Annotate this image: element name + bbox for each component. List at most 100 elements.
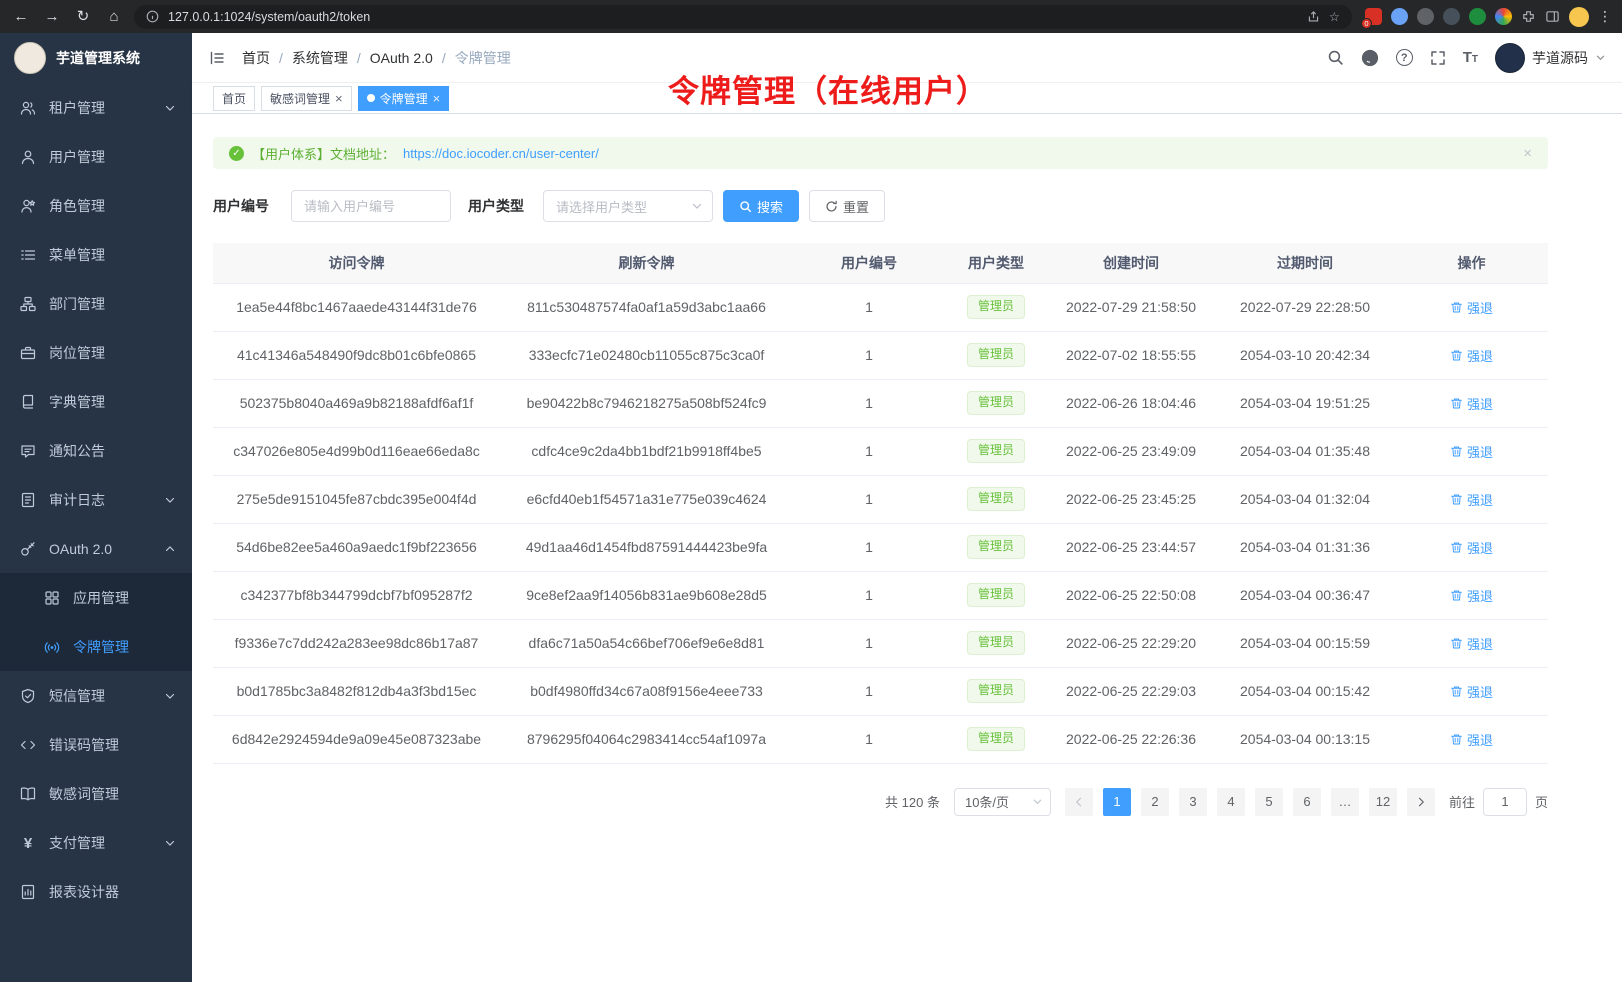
page-size-select[interactable]: 10条/页: [954, 788, 1051, 816]
sidebar-item-role[interactable]: 角色管理: [0, 181, 192, 230]
goto-page-input[interactable]: [1483, 788, 1527, 816]
sidebar-item-tenant[interactable]: 租户管理: [0, 83, 192, 132]
chevron-up-icon: [164, 543, 176, 555]
github-icon[interactable]: [1361, 49, 1379, 67]
tab-sensitive-word[interactable]: 敏感词管理 ×: [261, 86, 352, 111]
chevron-down-icon: [164, 494, 176, 506]
user-id-input[interactable]: [291, 190, 451, 222]
close-icon[interactable]: ×: [433, 92, 441, 105]
breadcrumb-home[interactable]: 首页: [242, 48, 270, 68]
share-icon[interactable]: [1307, 10, 1320, 23]
user-type-cell: 管理员: [945, 715, 1047, 763]
expire-time-cell: 2054-03-04 01:31:36: [1215, 523, 1395, 571]
sidebar-item-payment[interactable]: ¥ 支付管理: [0, 818, 192, 867]
hamburger-icon[interactable]: [208, 50, 226, 66]
access-token-cell: c347026e805e4d99b0d116eae66eda8c: [213, 427, 500, 475]
page-ellipsis[interactable]: …: [1331, 788, 1359, 816]
sidebar-item-oauth2[interactable]: OAuth 2.0: [0, 524, 192, 573]
col-create-time: 创建时间: [1047, 243, 1215, 283]
sidebar-item-oauth2-app[interactable]: 应用管理: [0, 573, 192, 622]
force-logout-button[interactable]: 强退: [1450, 346, 1493, 365]
tab-home[interactable]: 首页: [213, 86, 255, 111]
sidebar-item-menu[interactable]: 菜单管理: [0, 230, 192, 279]
side-panel-icon[interactable]: [1545, 9, 1560, 24]
alert-close-icon[interactable]: ×: [1523, 146, 1532, 161]
browser-refresh-button[interactable]: ↻: [72, 6, 94, 28]
fullscreen-icon[interactable]: [1430, 50, 1446, 66]
puzzle-extensions-icon[interactable]: [1521, 9, 1536, 24]
menu-label: 敏感词管理: [49, 784, 119, 804]
goto-unit: 页: [1535, 792, 1548, 811]
app-logo[interactable]: 芋道管理系统: [0, 33, 192, 83]
bookmark-star-icon[interactable]: ☆: [1329, 9, 1340, 24]
delete-icon: [1450, 301, 1463, 314]
next-page-button[interactable]: [1407, 788, 1435, 816]
sidebar-item-error-code[interactable]: 错误码管理: [0, 720, 192, 769]
browser-menu-button[interactable]: ⋮: [1598, 8, 1612, 25]
tab-token[interactable]: 令牌管理 ×: [358, 86, 450, 111]
sidebar-item-sms[interactable]: 短信管理: [0, 671, 192, 720]
sidebar-item-sensitive-word[interactable]: 敏感词管理: [0, 769, 192, 818]
user-id-cell: 1: [793, 283, 945, 331]
user-type-cell: 管理员: [945, 283, 1047, 331]
search-button[interactable]: 搜索: [723, 190, 799, 222]
browser-forward-button[interactable]: →: [41, 6, 63, 28]
close-icon[interactable]: ×: [335, 92, 343, 105]
force-logout-button[interactable]: 强退: [1450, 634, 1493, 653]
page-button-6[interactable]: 6: [1293, 788, 1321, 816]
sidebar-item-dept[interactable]: 部门管理: [0, 279, 192, 328]
user-menu[interactable]: 芋道源码: [1495, 43, 1606, 73]
user-type-badge: 管理员: [967, 295, 1025, 319]
refresh-token-cell: e6cfd40eb1f54571a31e775e039c4624: [500, 475, 793, 523]
user-id-cell: 1: [793, 571, 945, 619]
sidebar-item-post[interactable]: 岗位管理: [0, 328, 192, 377]
breadcrumb-oauth2[interactable]: OAuth 2.0: [370, 50, 433, 66]
sidebar-item-dict[interactable]: 字典管理: [0, 377, 192, 426]
force-logout-button[interactable]: 强退: [1450, 298, 1493, 317]
extension-color-icon[interactable]: [1495, 8, 1512, 25]
force-logout-button[interactable]: 强退: [1450, 730, 1493, 749]
font-size-icon[interactable]: TT: [1463, 49, 1478, 66]
force-logout-button[interactable]: 强退: [1450, 682, 1493, 701]
force-logout-button[interactable]: 强退: [1450, 442, 1493, 461]
breadcrumb-separator: /: [279, 50, 283, 66]
breadcrumb-system[interactable]: 系统管理: [292, 48, 348, 68]
user-type-select[interactable]: 请选择用户类型: [543, 190, 713, 222]
chevron-down-icon: [164, 690, 176, 702]
page-button-2[interactable]: 2: [1141, 788, 1169, 816]
sidebar-item-report-designer[interactable]: 报表设计器: [0, 867, 192, 916]
browser-profile-avatar[interactable]: [1569, 7, 1589, 27]
help-icon[interactable]: ?: [1396, 49, 1413, 66]
reset-button[interactable]: 重置: [809, 190, 885, 222]
force-logout-button[interactable]: 强退: [1450, 538, 1493, 557]
prev-page-button[interactable]: [1065, 788, 1093, 816]
page-button-3[interactable]: 3: [1179, 788, 1207, 816]
sidebar-item-audit-log[interactable]: 审计日志: [0, 475, 192, 524]
extension-green-icon[interactable]: [1469, 8, 1486, 25]
page-button-1[interactable]: 1: [1103, 788, 1131, 816]
extension-gray-icon[interactable]: [1417, 8, 1434, 25]
site-info-icon[interactable]: [146, 10, 159, 23]
sidebar-item-oauth2-token[interactable]: 令牌管理: [0, 622, 192, 671]
extension-blue-icon[interactable]: [1391, 8, 1408, 25]
force-logout-label: 强退: [1467, 634, 1493, 653]
force-logout-button[interactable]: 强退: [1450, 394, 1493, 413]
doc-link[interactable]: https://doc.iocoder.cn/user-center/: [403, 146, 599, 161]
expire-time-cell: 2054-03-04 19:51:25: [1215, 379, 1395, 427]
browser-home-button[interactable]: ⌂: [103, 6, 125, 28]
page-button-5[interactable]: 5: [1255, 788, 1283, 816]
sidebar-item-notice[interactable]: 通知公告: [0, 426, 192, 475]
browser-address-bar[interactable]: 127.0.0.1:1024/system/oauth2/token ☆: [134, 5, 1352, 29]
menu-label: 字典管理: [49, 392, 105, 412]
force-logout-button[interactable]: 强退: [1450, 586, 1493, 605]
force-logout-button[interactable]: 强退: [1450, 490, 1493, 509]
page-button-12[interactable]: 12: [1369, 788, 1397, 816]
sidebar-item-user[interactable]: 用户管理: [0, 132, 192, 181]
extension-red-icon[interactable]: 0: [1365, 8, 1382, 25]
extension-dark-icon[interactable]: [1443, 8, 1460, 25]
search-icon[interactable]: [1327, 49, 1344, 66]
browser-back-button[interactable]: ←: [10, 6, 32, 28]
page-button-4[interactable]: 4: [1217, 788, 1245, 816]
user-type-badge: 管理员: [967, 583, 1025, 607]
menu-label: 角色管理: [49, 196, 105, 216]
